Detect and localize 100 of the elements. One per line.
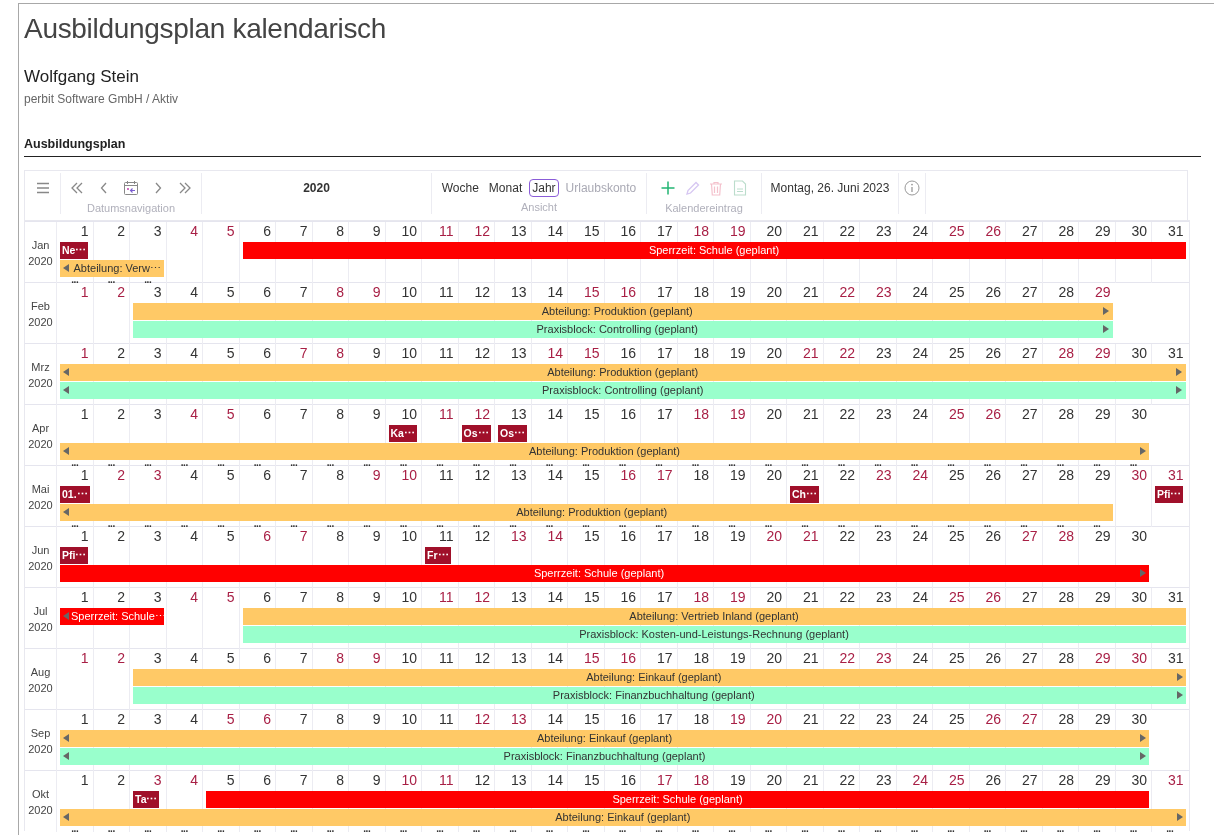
more-indicator[interactable]: ... <box>399 521 407 527</box>
more-indicator[interactable]: ... <box>1056 460 1064 466</box>
more-indicator[interactable]: ... <box>363 521 371 527</box>
more-indicator[interactable]: ... <box>545 521 553 527</box>
more-indicator[interactable]: ... <box>180 460 188 466</box>
more-indicator[interactable]: ... <box>1166 826 1174 832</box>
more-indicator[interactable]: ... <box>144 460 152 466</box>
more-indicator[interactable]: ... <box>326 521 334 527</box>
more-indicator[interactable]: ... <box>545 826 553 832</box>
more-indicator[interactable]: ... <box>217 521 225 527</box>
schedule-bar[interactable]: Abteilung: Verw⋯ <box>60 259 164 277</box>
more-indicator[interactable]: ... <box>801 826 809 832</box>
more-indicator[interactable]: ... <box>582 460 590 466</box>
more-indicator[interactable]: ... <box>618 521 626 527</box>
more-indicator[interactable]: ... <box>983 521 991 527</box>
more-indicator[interactable]: ... <box>910 521 918 527</box>
more-indicator[interactable]: ... <box>107 826 115 832</box>
more-indicator[interactable]: ... <box>290 460 298 466</box>
info-icon[interactable] <box>902 177 922 199</box>
more-indicator[interactable]: ... <box>253 460 261 466</box>
more-indicator[interactable]: ... <box>1093 460 1101 466</box>
more-indicator[interactable]: ... <box>107 277 115 283</box>
schedule-bar[interactable]: Praxisblock: Finanzbuchhaltung (geplant) <box>60 747 1149 765</box>
more-indicator[interactable]: ... <box>509 826 517 832</box>
schedule-bar[interactable]: Sperrzeit: Schule (geplant) <box>206 790 1149 808</box>
more-indicator[interactable]: ... <box>180 521 188 527</box>
more-indicator[interactable]: ... <box>691 460 699 466</box>
calendar-entry[interactable]: Ta⋯ <box>133 790 160 808</box>
more-indicator[interactable]: ... <box>947 826 955 832</box>
more-indicator[interactable]: ... <box>910 826 918 832</box>
more-indicator[interactable]: ... <box>655 826 663 832</box>
more-indicator[interactable]: ... <box>545 460 553 466</box>
more-indicator[interactable]: ... <box>509 521 517 527</box>
more-indicator[interactable]: ... <box>801 460 809 466</box>
schedule-bar[interactable]: Abteilung: Produktion (geplant) <box>133 302 1113 320</box>
more-indicator[interactable]: ... <box>874 460 882 466</box>
schedule-bar[interactable]: Praxisblock: Controlling (geplant) <box>133 320 1113 338</box>
more-indicator[interactable]: ... <box>290 521 298 527</box>
more-indicator[interactable]: ... <box>1129 460 1137 466</box>
more-indicator[interactable]: ... <box>472 826 480 832</box>
more-indicator[interactable]: ... <box>326 826 334 832</box>
schedule-bar[interactable]: Abteilung: Vertrieb Inland (geplant) <box>242 607 1186 625</box>
more-indicator[interactable]: ... <box>217 460 225 466</box>
schedule-bar[interactable]: Abteilung: Einkauf (geplant) <box>60 808 1186 826</box>
schedule-bar[interactable]: Praxisblock: Controlling (geplant) <box>60 381 1186 399</box>
schedule-bar[interactable]: Sperrzeit: Schule⋯ <box>60 607 164 625</box>
more-indicator[interactable]: ... <box>363 460 371 466</box>
more-indicator[interactable]: ... <box>290 826 298 832</box>
more-indicator[interactable]: ... <box>144 826 152 832</box>
more-indicator[interactable]: ... <box>1093 826 1101 832</box>
more-indicator[interactable]: ... <box>436 826 444 832</box>
more-indicator[interactable]: ... <box>436 521 444 527</box>
view-tab[interactable]: Woche <box>438 178 482 197</box>
calendar-entry[interactable]: Pfi⋯ <box>1155 485 1184 503</box>
view-tab[interactable]: Jahr <box>529 178 559 197</box>
calendar-entry[interactable]: Ka⋯ <box>388 424 417 442</box>
more-indicator[interactable]: ... <box>1093 521 1101 527</box>
schedule-bar[interactable]: Praxisblock: Finanzbuchhaltung (geplant) <box>133 686 1186 704</box>
more-indicator[interactable]: ... <box>947 460 955 466</box>
schedule-bar[interactable]: Abteilung: Produktion (geplant) <box>60 442 1149 460</box>
more-indicator[interactable]: ... <box>983 460 991 466</box>
more-indicator[interactable]: ... <box>691 826 699 832</box>
more-indicator[interactable]: ... <box>144 277 152 283</box>
more-indicator[interactable]: ... <box>837 521 845 527</box>
calendar-entry[interactable]: 01.⋯ <box>60 485 90 503</box>
more-indicator[interactable]: ... <box>472 521 480 527</box>
more-indicator[interactable]: ... <box>837 460 845 466</box>
more-indicator[interactable]: ... <box>582 826 590 832</box>
more-indicator[interactable]: ... <box>326 460 334 466</box>
more-indicator[interactable]: ... <box>253 826 261 832</box>
more-indicator[interactable]: ... <box>947 521 955 527</box>
calendar-entry[interactable]: Os⋯ <box>461 424 491 442</box>
schedule-bar[interactable]: Abteilung: Einkauf (geplant) <box>60 729 1149 747</box>
more-indicator[interactable]: ... <box>837 826 845 832</box>
more-indicator[interactable]: ... <box>399 460 407 466</box>
calendar-entry[interactable]: Ch⋯ <box>790 485 819 503</box>
more-indicator[interactable]: ... <box>436 460 444 466</box>
more-indicator[interactable]: ... <box>144 521 152 527</box>
more-indicator[interactable]: ... <box>1129 826 1137 832</box>
more-indicator[interactable]: ... <box>655 460 663 466</box>
calendar-entry[interactable]: Fr⋯ <box>425 546 451 564</box>
calendar-entry[interactable]: Os⋯ <box>498 424 527 442</box>
calendar-entry[interactable]: Pfi⋯ <box>60 546 89 564</box>
more-indicator[interactable]: ... <box>107 521 115 527</box>
more-indicator[interactable]: ... <box>764 521 772 527</box>
schedule-bar[interactable]: Sperrzeit: Schule (geplant) <box>60 564 1149 582</box>
view-tab[interactable]: Monat <box>485 178 526 197</box>
more-indicator[interactable]: ... <box>728 826 736 832</box>
more-indicator[interactable]: ... <box>253 521 261 527</box>
more-indicator[interactable]: ... <box>618 460 626 466</box>
schedule-bar[interactable]: Abteilung: Einkauf (geplant) <box>133 668 1186 686</box>
more-indicator[interactable]: ... <box>399 826 407 832</box>
more-indicator[interactable]: ... <box>582 521 590 527</box>
more-indicator[interactable]: ... <box>728 460 736 466</box>
more-indicator[interactable]: ... <box>472 460 480 466</box>
more-indicator[interactable]: ... <box>1020 460 1028 466</box>
more-indicator[interactable]: ... <box>910 460 918 466</box>
more-indicator[interactable]: ... <box>217 826 225 832</box>
more-indicator[interactable]: ... <box>764 460 772 466</box>
more-indicator[interactable]: ... <box>801 521 809 527</box>
